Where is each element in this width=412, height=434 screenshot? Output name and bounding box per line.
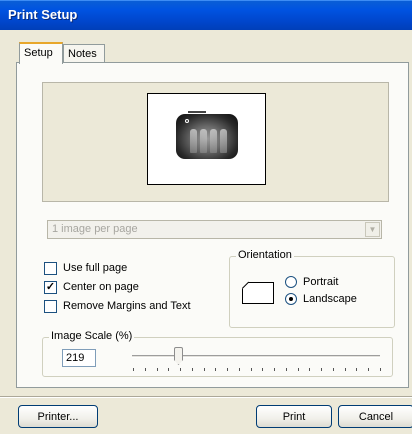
window-title: Print Setup bbox=[8, 7, 78, 22]
slider-tick bbox=[274, 368, 275, 371]
slider-tick bbox=[286, 368, 287, 371]
slider-tick bbox=[333, 368, 334, 371]
slider-tick bbox=[380, 368, 381, 371]
printer-button[interactable]: Printer... bbox=[18, 405, 98, 428]
tooth-shape bbox=[210, 129, 217, 153]
image-scale-input[interactable]: 219 bbox=[62, 349, 96, 367]
image-scale-slider-track[interactable] bbox=[132, 355, 380, 358]
slider-tick bbox=[133, 368, 134, 371]
images-per-page-value: 1 image per page bbox=[52, 223, 138, 235]
slider-tick bbox=[157, 368, 158, 371]
remove-margins-label: Remove Margins and Text bbox=[63, 300, 191, 312]
slider-tick bbox=[168, 368, 169, 371]
orientation-group-label: Orientation bbox=[236, 249, 294, 261]
center-on-page-checkbox[interactable]: ✓ bbox=[44, 281, 57, 294]
slider-tick bbox=[262, 368, 263, 371]
tab-setup[interactable]: Setup bbox=[19, 42, 63, 64]
portrait-option[interactable]: Portrait bbox=[285, 276, 338, 290]
remove-margins-checkbox[interactable] bbox=[44, 300, 57, 313]
image-scale-ticks bbox=[133, 368, 381, 371]
slider-tick bbox=[180, 368, 181, 371]
landscape-radio[interactable] bbox=[285, 293, 297, 305]
center-on-page-option[interactable]: ✓ Center on page bbox=[44, 281, 139, 295]
slider-tick bbox=[239, 368, 240, 371]
slider-tick bbox=[215, 368, 216, 371]
cancel-button[interactable]: Cancel bbox=[338, 405, 412, 428]
images-per-page-select[interactable]: 1 image per page ▼ bbox=[47, 220, 382, 239]
portrait-label: Portrait bbox=[303, 276, 339, 288]
slider-tick bbox=[251, 368, 252, 371]
slider-tick bbox=[298, 368, 299, 371]
slider-tick bbox=[321, 368, 322, 371]
chevron-down-icon[interactable]: ▼ bbox=[365, 222, 380, 237]
landscape-option[interactable]: Landscape bbox=[285, 293, 357, 307]
footer-divider bbox=[0, 396, 412, 398]
slider-tick bbox=[192, 368, 193, 371]
preview-image-marker bbox=[188, 111, 206, 113]
tooth-shape bbox=[190, 129, 197, 153]
image-scale-label: Image Scale (%) bbox=[49, 330, 135, 342]
slider-tick bbox=[145, 368, 146, 371]
use-full-page-option[interactable]: Use full page bbox=[44, 262, 127, 276]
xray-thumbnail-icon bbox=[176, 114, 238, 159]
landscape-label: Landscape bbox=[303, 293, 357, 305]
remove-margins-option[interactable]: Remove Margins and Text bbox=[44, 300, 191, 314]
orientation-mark bbox=[185, 119, 189, 123]
center-on-page-label: Center on page bbox=[63, 281, 139, 293]
use-full-page-label: Use full page bbox=[63, 262, 128, 274]
tab-notes-label: Notes bbox=[68, 48, 97, 60]
slider-tick bbox=[309, 368, 310, 371]
tab-setup-label: Setup bbox=[24, 47, 53, 59]
slider-tick bbox=[356, 368, 357, 371]
print-button[interactable]: Print bbox=[256, 405, 332, 428]
slider-tick bbox=[227, 368, 228, 371]
title-bar[interactable]: Print Setup bbox=[0, 0, 412, 30]
slider-tick bbox=[345, 368, 346, 371]
portrait-radio[interactable] bbox=[285, 276, 297, 288]
page-landscape-icon bbox=[242, 281, 274, 304]
slider-tick bbox=[368, 368, 369, 371]
slider-tick bbox=[204, 368, 205, 371]
tooth-shape bbox=[220, 129, 227, 153]
tooth-shape bbox=[200, 129, 207, 153]
image-scale-value: 219 bbox=[66, 352, 85, 364]
use-full-page-checkbox[interactable] bbox=[44, 262, 57, 275]
